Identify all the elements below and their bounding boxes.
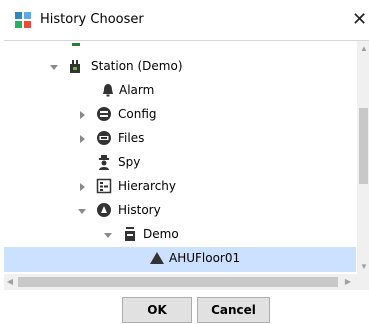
- files-icon: [97, 131, 111, 145]
- expanded-arrow-icon[interactable]: [76, 205, 88, 217]
- station-icon: [70, 60, 80, 73]
- tree-item-config[interactable]: Config: [4, 103, 356, 127]
- cancel-button[interactable]: Cancel: [197, 297, 270, 323]
- alarm-bell-icon: [103, 84, 113, 97]
- tree-item-spy[interactable]: Spy: [4, 151, 356, 175]
- history-chooser-app-icon: [15, 12, 31, 28]
- device-icon: [125, 227, 135, 241]
- tree-item-label: Config: [118, 107, 157, 121]
- spy-icon: [99, 155, 109, 170]
- tree-item-label: Files: [118, 131, 145, 145]
- horizontal-scroll-thumb[interactable]: [18, 277, 338, 287]
- history-tree: Station (Demo) Alarm Config Files Spy Hi…: [4, 40, 369, 291]
- tree-item-hierarchy[interactable]: Hierarchy: [4, 175, 356, 199]
- tree-item-history[interactable]: History: [4, 199, 356, 223]
- tree-item-files[interactable]: Files: [4, 127, 356, 151]
- tree-item-station[interactable]: Station (Demo): [4, 55, 356, 79]
- tree-item-label: Spy: [118, 155, 141, 169]
- tree-item-alarm[interactable]: Alarm: [4, 79, 356, 103]
- partial-node-icon: [72, 43, 80, 46]
- tree-item-label: History: [118, 203, 161, 217]
- config-icon: [97, 107, 111, 121]
- vertical-scrollbar[interactable]: ▲ ▼: [357, 41, 369, 274]
- ok-button[interactable]: OK: [122, 297, 192, 323]
- history-icon: [97, 203, 111, 217]
- expanded-arrow-icon[interactable]: [102, 229, 114, 241]
- scroll-left-icon[interactable]: ◀: [6, 277, 14, 287]
- vertical-scroll-thumb[interactable]: [359, 108, 368, 184]
- tree-item-label: AHUFloor01: [169, 251, 241, 265]
- collapsed-arrow-icon[interactable]: [76, 181, 88, 193]
- history-point-icon: [150, 252, 164, 264]
- tree-item-label: Alarm: [119, 83, 155, 97]
- tree-item-label: Demo: [143, 227, 179, 241]
- scroll-down-icon[interactable]: ▼: [360, 263, 368, 271]
- close-button[interactable]: ✕: [350, 6, 369, 34]
- collapsed-arrow-icon[interactable]: [76, 133, 88, 145]
- expanded-arrow-icon[interactable]: [48, 61, 60, 73]
- horizontal-scrollbar[interactable]: ◀ ▶: [4, 274, 357, 290]
- tree-item-ahufloor01[interactable]: AHUFloor01: [4, 247, 356, 272]
- scroll-right-icon[interactable]: ▶: [344, 277, 352, 287]
- hierarchy-icon: [96, 178, 112, 194]
- scroll-up-icon[interactable]: ▲: [360, 45, 368, 53]
- tree-item-label: Station (Demo): [91, 59, 183, 73]
- title-bar: History Chooser ✕: [0, 0, 369, 40]
- scrollbar-corner: [357, 274, 369, 290]
- collapsed-arrow-icon[interactable]: [76, 109, 88, 121]
- window-title: History Chooser: [40, 12, 144, 27]
- tree-item-demo[interactable]: Demo: [4, 223, 356, 247]
- tree-item-label: Hierarchy: [118, 179, 177, 193]
